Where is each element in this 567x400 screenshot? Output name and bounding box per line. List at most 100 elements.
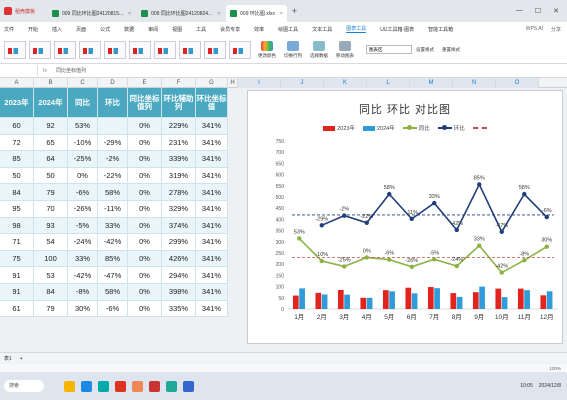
table-cell[interactable]: 33%	[68, 250, 98, 268]
table-cell[interactable]: 53%	[68, 118, 98, 135]
menu-item[interactable]: UU工具箱-图表	[380, 26, 414, 33]
table-cell[interactable]: 339%	[162, 151, 196, 168]
table-cell[interactable]: 91	[0, 267, 34, 284]
table-cell[interactable]: 0%	[128, 250, 162, 268]
table-cell[interactable]	[98, 118, 128, 135]
table-cell[interactable]: 0%	[128, 151, 162, 168]
table-cell[interactable]: 92	[34, 118, 68, 135]
menu-item[interactable]: 页面	[76, 26, 86, 33]
table-cell[interactable]: 278%	[162, 184, 196, 201]
table-cell[interactable]: 64	[34, 151, 68, 168]
table-cell[interactable]: 72	[0, 134, 34, 152]
column-header[interactable]: H	[228, 78, 238, 88]
column-header[interactable]: G	[196, 78, 228, 88]
app-logo[interactable]: 稻壳模板	[0, 0, 48, 22]
table-cell[interactable]: 50	[0, 167, 34, 185]
table-cell[interactable]: -11%	[98, 200, 128, 218]
chart-element-select[interactable]: 图表区	[366, 45, 412, 54]
table-cell[interactable]: 61	[0, 300, 34, 318]
table-cell[interactable]: -47%	[98, 267, 128, 284]
menu-item[interactable]: 图表工具	[346, 25, 367, 33]
table-cell[interactable]: 374%	[162, 217, 196, 235]
table-cell[interactable]: 70	[34, 200, 68, 218]
table-cell[interactable]: 60	[0, 118, 34, 135]
table-cell[interactable]: 0%	[128, 184, 162, 201]
chart-style-thumb[interactable]	[129, 40, 151, 59]
column-header[interactable]: A	[0, 78, 34, 88]
add-sheet-button[interactable]: +	[20, 356, 23, 362]
table-cell[interactable]: 53	[34, 267, 68, 284]
table-cell[interactable]: 0%	[128, 217, 162, 235]
column-header[interactable]: L	[367, 78, 410, 88]
table-cell[interactable]: -24%	[68, 234, 98, 251]
select-data-button[interactable]: 选择数据	[310, 40, 328, 59]
chart-style-thumb[interactable]	[229, 40, 251, 59]
table-cell[interactable]: 335%	[162, 300, 196, 318]
table-cell[interactable]: -6%	[68, 184, 98, 201]
menu-item[interactable]: 开始	[28, 26, 38, 33]
table-header-cell[interactable]: 同比坐标值列	[128, 88, 162, 118]
chart-style-thumb[interactable]	[79, 40, 101, 59]
table-cell[interactable]: 84	[0, 184, 34, 201]
table-cell[interactable]: 341%	[196, 234, 228, 251]
chart-style-thumb[interactable]	[179, 40, 201, 59]
table-cell[interactable]: 341%	[196, 200, 228, 218]
minimize-icon[interactable]: —	[516, 7, 523, 15]
table-cell[interactable]: 229%	[162, 118, 196, 135]
table-cell[interactable]: 98	[0, 217, 34, 235]
table-header-cell[interactable]: 环比	[98, 88, 128, 118]
table-cell[interactable]: 341%	[196, 134, 228, 152]
maximize-icon[interactable]: ☐	[535, 7, 541, 15]
app-icon[interactable]	[166, 380, 177, 392]
chart-style-thumb[interactable]	[154, 40, 176, 59]
column-header[interactable]: E	[128, 78, 162, 88]
clock[interactable]: 10:05	[520, 383, 533, 389]
menu-item[interactable]: 效率	[254, 26, 264, 33]
share-button[interactable]: 分享	[551, 26, 561, 33]
table-cell[interactable]: -6%	[98, 300, 128, 318]
column-header[interactable]: C	[68, 78, 98, 88]
close-window-icon[interactable]: ✕	[553, 7, 559, 15]
format-button[interactable]: 设置格式	[416, 47, 434, 53]
chart-area[interactable]: 同比 环比 对比图 2023年 2024年 同比 环比 0 50 100 150 200…	[247, 90, 563, 344]
table-cell[interactable]: 85	[0, 151, 34, 168]
table-cell[interactable]: -8%	[68, 283, 98, 301]
chart-style-thumb[interactable]	[204, 40, 226, 59]
menu-item[interactable]: 智能工具箱	[428, 26, 453, 33]
table-cell[interactable]: -2%	[98, 151, 128, 168]
wps-icon[interactable]	[115, 380, 126, 392]
menu-item[interactable]: 工具	[196, 26, 206, 33]
app-icon[interactable]	[132, 380, 143, 392]
column-header[interactable]: B	[34, 78, 68, 88]
table-cell[interactable]: -26%	[68, 200, 98, 218]
table-cell[interactable]: -42%	[68, 267, 98, 284]
table-cell[interactable]: -22%	[98, 167, 128, 185]
table-cell[interactable]: 341%	[196, 283, 228, 301]
close-icon[interactable]: ×	[128, 11, 131, 17]
pdf-icon[interactable]	[149, 380, 160, 392]
chart-style-thumb[interactable]	[54, 40, 76, 59]
column-header[interactable]: M	[410, 78, 453, 88]
table-cell[interactable]: 231%	[162, 134, 196, 152]
menu-item[interactable]: 文件	[4, 26, 14, 33]
table-cell[interactable]: 0%	[128, 283, 162, 301]
table-cell[interactable]: 426%	[162, 250, 196, 268]
table-cell[interactable]: 30%	[68, 300, 98, 318]
fx-icon[interactable]: fx	[38, 68, 52, 74]
table-cell[interactable]: 84	[34, 283, 68, 301]
chart-style-thumb[interactable]	[29, 40, 51, 59]
table-cell[interactable]: 0%	[128, 167, 162, 185]
table-cell[interactable]: 0%	[128, 300, 162, 318]
table-cell[interactable]: 79	[34, 184, 68, 201]
switch-row-col-button[interactable]: 切换行列	[284, 40, 302, 59]
menu-item[interactable]: 绘图工具	[278, 26, 298, 33]
menu-item[interactable]: 审阅	[148, 26, 158, 33]
column-header[interactable]: F	[162, 78, 196, 88]
table-cell[interactable]: 319%	[162, 167, 196, 185]
table-cell[interactable]: 91	[0, 283, 34, 301]
table-cell[interactable]: 95	[0, 200, 34, 218]
table-cell[interactable]: 0%	[128, 118, 162, 135]
reset-style-button[interactable]: 重置样式	[442, 47, 460, 53]
table-cell[interactable]: 79	[34, 300, 68, 318]
menu-item[interactable]: 插入	[52, 26, 62, 33]
